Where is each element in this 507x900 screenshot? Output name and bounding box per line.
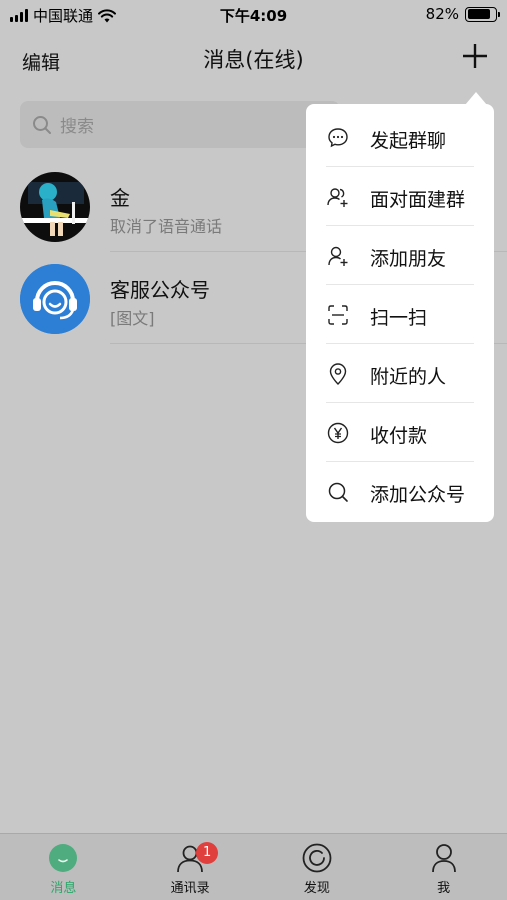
chat-icon — [49, 844, 78, 872]
tab-bar: 消息 1 通讯录 发现 我 — [0, 833, 507, 900]
tab-messages[interactable]: 消息 — [0, 834, 127, 900]
me-icon — [431, 844, 456, 873]
page-title: 消息(在线) — [203, 48, 304, 72]
tab-contacts[interactable]: 1 通讯录 — [127, 834, 254, 900]
battery-percent: 82% — [425, 5, 459, 23]
discover-icon — [302, 843, 332, 873]
status-right: 82% — [425, 5, 500, 23]
conversation-preview: 取消了语音通话 — [110, 217, 223, 236]
tab-discover[interactable]: 发现 — [254, 834, 381, 900]
menu-item-people-nearby[interactable]: 附近的人 — [306, 344, 494, 403]
search-placeholder: 搜索 — [60, 117, 94, 137]
conversation-name: 客服公众号 — [110, 278, 210, 302]
unread-badge: 1 — [196, 842, 219, 864]
menu-item-label: 添加公众号 — [370, 484, 466, 506]
plus-icon[interactable] — [461, 42, 489, 70]
group-add-icon — [327, 188, 348, 207]
conversation-preview: [图文] — [110, 309, 155, 328]
nav-bar: 编辑 消息(在线) — [0, 30, 507, 88]
menu-item-label: 扫一扫 — [370, 307, 428, 329]
chat-bubble-icon — [328, 128, 348, 148]
menu-item-label: 发起群聊 — [370, 130, 447, 152]
menu-item-add-friend[interactable]: 添加朋友 — [306, 226, 494, 285]
scan-icon — [328, 305, 348, 325]
headset-avatar — [20, 264, 90, 334]
menu-item-add-official-account[interactable]: 添加公众号 — [306, 462, 494, 521]
menu-item-label: 附近的人 — [370, 366, 447, 388]
menu-item-label: 添加朋友 — [370, 248, 447, 270]
search-icon — [33, 115, 51, 134]
location-pin-icon — [329, 363, 347, 385]
user-add-icon — [328, 246, 348, 266]
menu-item-scan[interactable]: 扫一扫 — [306, 285, 494, 344]
menu-item-money[interactable]: 收付款 — [306, 403, 494, 462]
search-input[interactable]: 搜索 — [20, 101, 340, 148]
tab-label: 我 — [437, 881, 451, 896]
search-icon — [328, 482, 348, 502]
menu-item-label: 收付款 — [370, 425, 428, 447]
menu-item-face-to-face-group[interactable]: 面对面建群 — [306, 167, 494, 226]
status-bar: 中国联通 下午4:09 82% — [0, 0, 507, 30]
tab-label: 发现 — [303, 881, 330, 896]
yen-icon — [327, 422, 349, 444]
popup-menu: 发起群聊 面对面建群 添加朋友 扫一扫 附近的人 收付款 添加公众号 — [306, 104, 494, 522]
menu-item-start-group-chat[interactable]: 发起群聊 — [306, 108, 494, 167]
tab-label: 通讯录 — [170, 881, 210, 896]
tab-label: 消息 — [50, 881, 77, 896]
tab-me[interactable]: 我 — [380, 834, 507, 900]
menu-item-label: 面对面建群 — [370, 189, 466, 211]
battery-icon — [465, 6, 500, 22]
illustration-avatar — [20, 172, 90, 242]
conversation-name: 金 — [110, 186, 130, 210]
avatar — [20, 264, 90, 334]
avatar — [20, 172, 90, 242]
